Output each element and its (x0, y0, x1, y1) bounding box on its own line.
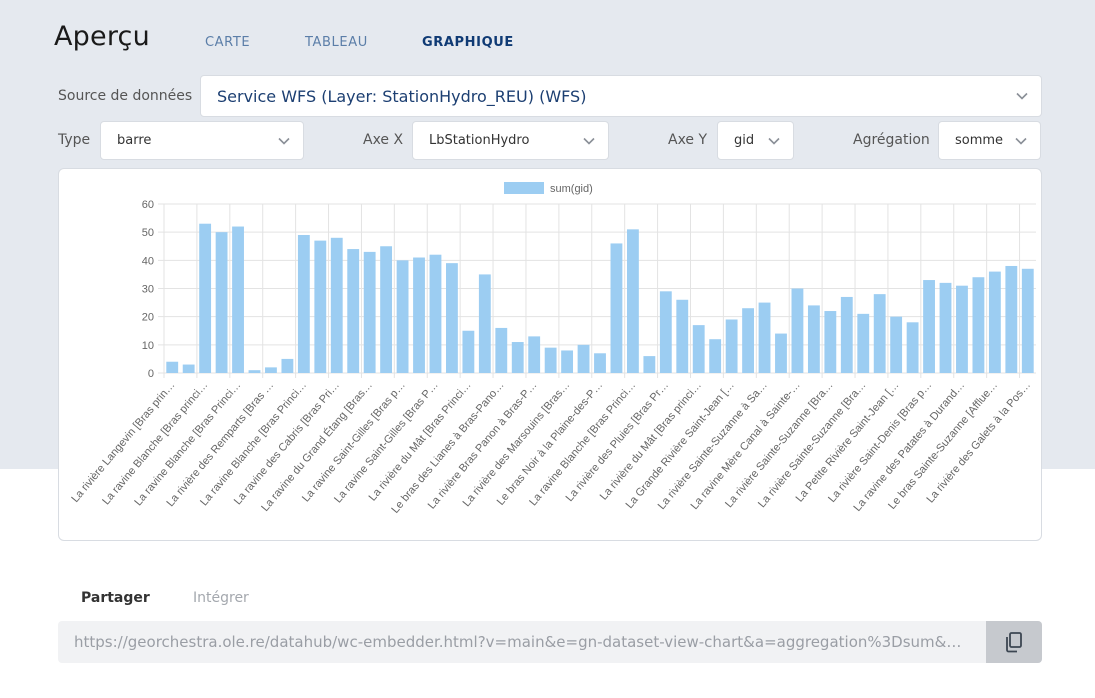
chart-bar (528, 336, 541, 373)
chart-bar (396, 260, 409, 373)
chart-bar (462, 330, 475, 373)
page-title: Aperçu (54, 21, 150, 52)
chart-bar (742, 308, 754, 373)
chart-bar (347, 249, 360, 373)
chart-bar (232, 226, 244, 373)
chart-bar (297, 234, 310, 373)
chart-bar (594, 353, 606, 373)
chart-bar (561, 350, 574, 373)
chart-bar (890, 316, 903, 373)
legend-label: sum(gid) (550, 183, 593, 195)
chart-bar (577, 344, 590, 373)
source-value: Service WFS (Layer: StationHydro_REU) (W… (217, 86, 587, 106)
chart-bar (643, 356, 656, 373)
tab-tableau[interactable]: TABLEAU (305, 35, 368, 50)
chart-bar (1021, 268, 1034, 373)
type-select[interactable]: barre (100, 121, 304, 160)
chevron-down-icon (278, 137, 290, 145)
chart-bar (380, 246, 393, 373)
chart-bar (314, 240, 327, 373)
tab-share[interactable]: Partager (81, 590, 150, 606)
aggregation-label: Agrégation (853, 132, 930, 148)
chart-bar (544, 347, 557, 373)
chart-bar (873, 294, 886, 373)
chart-bar (215, 232, 228, 373)
chart-bar (429, 254, 442, 373)
chevron-down-icon (583, 137, 595, 145)
aggregation-value: somme (955, 133, 1004, 148)
legend-swatch (504, 182, 544, 194)
tab-graphique[interactable]: GRAPHIQUE (422, 35, 514, 50)
bar-chart: 0102030405060La rivière Langevin [Bras p… (69, 182, 1036, 516)
source-select[interactable]: Service WFS (Layer: StationHydro_REU) (W… (200, 75, 1042, 117)
y-tick-label: 10 (142, 340, 154, 352)
chart-bar (659, 291, 672, 373)
share-url-field[interactable]: https://georchestra.ole.re/datahub/wc-em… (58, 621, 1042, 663)
chart-bar (478, 274, 491, 373)
aggregation-select[interactable]: somme (938, 121, 1041, 160)
chart-bar (824, 311, 837, 373)
chart-bar (281, 358, 294, 373)
share-url-text: https://georchestra.ole.re/datahub/wc-em… (74, 633, 962, 651)
chart-bar (956, 285, 968, 373)
chart-bar (923, 280, 935, 373)
chart-bar (725, 319, 738, 373)
tab-carte[interactable]: CARTE (205, 35, 250, 50)
yaxis-select[interactable]: gid (717, 121, 794, 160)
chart-bar (363, 251, 376, 373)
chart-bar (330, 237, 343, 373)
y-tick-label: 50 (142, 227, 154, 239)
yaxis-value: gid (734, 133, 755, 148)
chart-bar (182, 364, 195, 373)
xaxis-value: LbStationHydro (429, 133, 530, 148)
y-tick-label: 20 (142, 312, 154, 324)
chart-bar (413, 257, 425, 373)
chart-bar (709, 339, 722, 373)
chart-bar (840, 296, 853, 373)
source-label: Source de données (58, 88, 193, 104)
chart-bar (758, 302, 771, 373)
chart-bar (1005, 265, 1018, 373)
chart-bar (511, 342, 524, 373)
chevron-down-icon (1015, 137, 1027, 145)
tab-embed[interactable]: Intégrer (193, 590, 249, 606)
chart-bar (446, 263, 458, 373)
chart-bar (857, 313, 870, 373)
y-tick-label: 0 (148, 368, 154, 380)
chart-bar (610, 243, 623, 373)
copy-icon (1006, 632, 1022, 653)
chart-bar (166, 361, 179, 373)
chevron-down-icon (1016, 92, 1028, 100)
y-tick-label: 30 (142, 284, 154, 296)
copy-button[interactable] (986, 621, 1042, 663)
y-tick-label: 60 (142, 199, 154, 211)
chart-bar (775, 333, 787, 373)
chart-bar (906, 322, 919, 373)
xaxis-select[interactable]: LbStationHydro (412, 121, 609, 160)
chart-bar (626, 229, 639, 373)
chart-bar (265, 367, 277, 373)
type-label: Type (58, 132, 91, 148)
chevron-down-icon (768, 137, 780, 145)
xaxis-label: Axe X (363, 132, 404, 148)
chart-bar (972, 277, 985, 373)
yaxis-label: Axe Y (668, 132, 708, 148)
chart-bar (248, 370, 261, 373)
chart-bar (988, 271, 1001, 373)
chart-bar (199, 223, 212, 373)
chart-bar (692, 325, 705, 373)
chart-bar (807, 305, 820, 373)
chart-bar (676, 299, 689, 373)
type-value: barre (117, 133, 152, 148)
y-tick-label: 40 (142, 255, 154, 267)
chart-bar (495, 327, 508, 373)
chart-bar (791, 288, 804, 373)
chart-bar (939, 282, 952, 373)
chart-card: 0 10 20 30 40 50 60 La rivière Langevin [Bras p… (58, 168, 1042, 541)
